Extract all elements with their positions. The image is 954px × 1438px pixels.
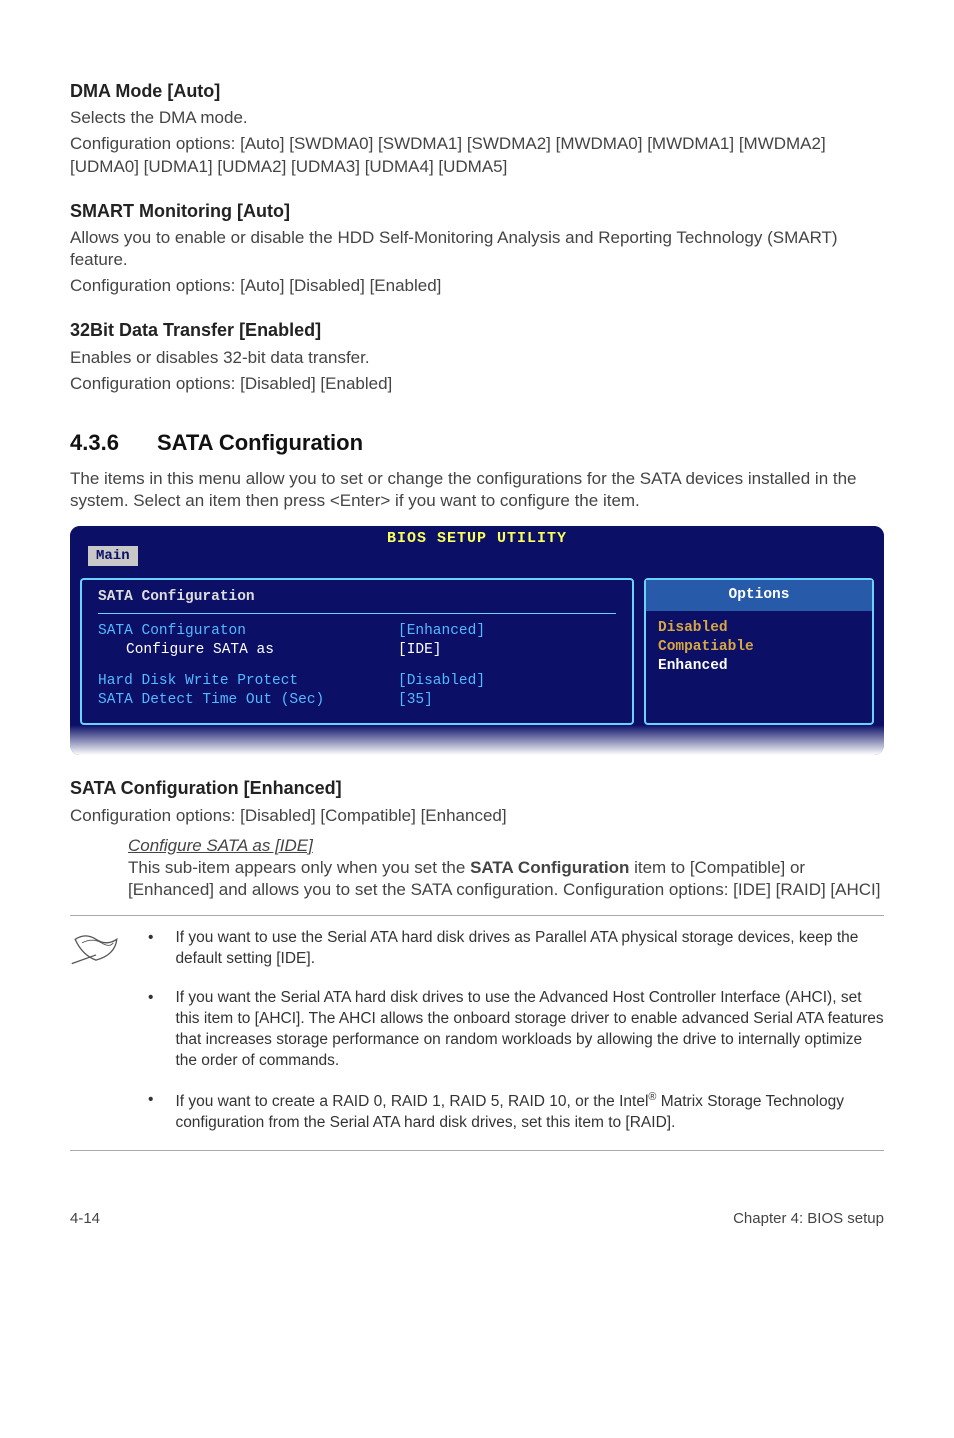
page-number: 4-14 xyxy=(70,1209,100,1229)
text-segment: This sub-item appears only when you set … xyxy=(128,858,470,877)
smart-heading: SMART Monitoring [Auto] xyxy=(70,200,884,223)
bios-tab-main[interactable]: Main xyxy=(88,546,138,566)
chapter-label: Chapter 4: BIOS setup xyxy=(733,1209,884,1229)
bios-label: SATA Detect Time Out (Sec) xyxy=(98,691,398,710)
section-title: 4.3.6 SATA Configuration xyxy=(70,429,884,458)
configure-sata-text: This sub-item appears only when you set … xyxy=(128,857,884,901)
note-text: If you want to create a RAID 0, RAID 1, … xyxy=(175,1090,884,1134)
note-text: If you want the Serial ATA hard disk dri… xyxy=(175,988,884,1072)
bios-value: [Disabled] xyxy=(398,672,485,691)
bullet-icon: • xyxy=(148,928,153,970)
bios-option-compatiable[interactable]: Compatiable xyxy=(658,638,860,657)
bit32-text-2: Configuration options: [Disabled] [Enabl… xyxy=(70,373,884,395)
bios-row-sata-config[interactable]: SATA Configuraton [Enhanced] xyxy=(98,622,616,641)
bios-option-enhanced[interactable]: Enhanced xyxy=(658,657,860,676)
bios-setup-panel: BIOS SETUP UTILITY Main SATA Configurati… xyxy=(70,526,884,756)
bios-label: Configure SATA as xyxy=(98,641,398,660)
configure-sata-subblock: Configure SATA as [IDE] This sub-item ap… xyxy=(128,835,884,901)
bios-label: Hard Disk Write Protect xyxy=(98,672,398,691)
note-item: • If you want to create a RAID 0, RAID 1… xyxy=(148,1090,884,1134)
bullet-icon: • xyxy=(148,988,153,1072)
bit32-heading: 32Bit Data Transfer [Enabled] xyxy=(70,319,884,342)
bios-header: BIOS SETUP UTILITY xyxy=(70,526,884,551)
page-footer: 4-14 Chapter 4: BIOS setup xyxy=(70,1209,884,1229)
bios-value: [IDE] xyxy=(398,641,442,660)
note-box: • If you want to use the Serial ATA hard… xyxy=(70,915,884,1151)
bit32-text-1: Enables or disables 32-bit data transfer… xyxy=(70,347,884,369)
dma-text-1: Selects the DMA mode. xyxy=(70,107,884,129)
section-number: 4.3.6 xyxy=(70,429,119,458)
configure-sata-subtitle: Configure SATA as [IDE] xyxy=(128,835,884,857)
text-bold: SATA Configuration xyxy=(470,858,629,877)
note-item: • If you want to use the Serial ATA hard… xyxy=(148,928,884,970)
bios-options-panel: Options Disabled Compatiable Enhanced xyxy=(644,578,874,725)
sata-enh-text: Configuration options: [Disabled] [Compa… xyxy=(70,805,884,827)
note-list: • If you want to use the Serial ATA hard… xyxy=(148,928,884,1134)
bios-left-header: SATA Configuration xyxy=(98,588,616,614)
bullet-icon: • xyxy=(148,1090,153,1134)
smart-text-2: Configuration options: [Auto] [Disabled]… xyxy=(70,275,884,297)
dma-heading: DMA Mode [Auto] xyxy=(70,80,884,103)
text-segment: If you want to create a RAID 0, RAID 1, … xyxy=(175,1093,648,1110)
bios-options-header: Options xyxy=(646,580,872,611)
note-item: • If you want the Serial ATA hard disk d… xyxy=(148,988,884,1072)
bios-option-disabled[interactable]: Disabled xyxy=(658,619,860,638)
bios-label: SATA Configuraton xyxy=(98,622,398,641)
sata-enh-heading: SATA Configuration [Enhanced] xyxy=(70,777,884,800)
bios-value: [35] xyxy=(398,691,433,710)
bios-row-sata-detect-timeout[interactable]: SATA Detect Time Out (Sec) [35] xyxy=(98,691,616,710)
bios-row-hd-write-protect[interactable]: Hard Disk Write Protect [Disabled] xyxy=(98,672,616,691)
note-text: If you want to use the Serial ATA hard d… xyxy=(175,928,884,970)
note-icon xyxy=(70,928,122,1134)
smart-text-1: Allows you to enable or disable the HDD … xyxy=(70,227,884,271)
dma-text-2: Configuration options: [Auto] [SWDMA0] [… xyxy=(70,133,884,177)
bios-value: [Enhanced] xyxy=(398,622,485,641)
bios-row-configure-sata-as[interactable]: Configure SATA as [IDE] xyxy=(98,641,616,660)
bios-left-panel: SATA Configuration SATA Configuraton [En… xyxy=(80,578,634,725)
section-name: SATA Configuration xyxy=(157,430,363,455)
section-intro: The items in this menu allow you to set … xyxy=(70,468,884,512)
